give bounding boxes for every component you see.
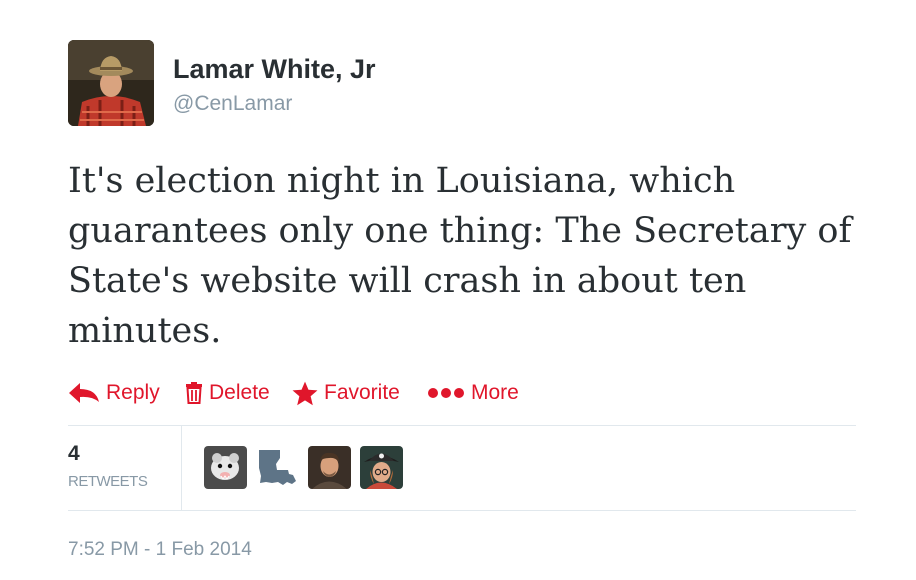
author-avatar[interactable] bbox=[68, 40, 154, 126]
reply-icon bbox=[69, 383, 99, 403]
retweeter-avatar-2[interactable] bbox=[256, 446, 299, 489]
star-icon bbox=[292, 381, 318, 405]
retweet-count[interactable]: 4 bbox=[68, 442, 80, 466]
more-dots-icon bbox=[428, 388, 464, 398]
pirate-hat-avatar-icon bbox=[360, 446, 403, 489]
tweet-timestamp[interactable]: 7:52 PM - 1 Feb 2014 bbox=[68, 539, 252, 561]
man-portrait-avatar-icon bbox=[308, 446, 351, 489]
favorite-button[interactable]: Favorite bbox=[292, 376, 400, 410]
retweeter-avatar-4[interactable] bbox=[360, 446, 403, 489]
opossum-avatar-icon bbox=[204, 446, 247, 489]
reply-label: Reply bbox=[106, 381, 160, 404]
stats-top-divider bbox=[68, 425, 856, 426]
author-handle[interactable]: @CenLamar bbox=[173, 92, 292, 116]
more-button[interactable]: More bbox=[427, 376, 519, 410]
delete-button[interactable]: Delete bbox=[185, 376, 270, 410]
retweeter-avatar-1[interactable] bbox=[204, 446, 247, 489]
trash-icon bbox=[186, 382, 202, 404]
tweet-text: It's election night in Louisiana, which … bbox=[68, 161, 852, 351]
author-display-name[interactable]: Lamar White, Jr bbox=[173, 54, 376, 85]
favorite-label: Favorite bbox=[324, 381, 400, 404]
tweet-card: Lamar White, Jr @CenLamar It's election … bbox=[0, 0, 916, 580]
reply-button[interactable]: Reply bbox=[68, 376, 160, 410]
author-photo-icon bbox=[68, 40, 154, 126]
retweet-label[interactable]: RETWEETS bbox=[68, 473, 148, 490]
retweeter-avatar-3[interactable] bbox=[308, 446, 351, 489]
more-label: More bbox=[471, 381, 519, 404]
louisiana-map-avatar-icon bbox=[256, 446, 299, 489]
delete-label: Delete bbox=[209, 381, 270, 404]
stats-bottom-divider bbox=[68, 510, 856, 511]
stats-vertical-divider bbox=[181, 426, 182, 510]
